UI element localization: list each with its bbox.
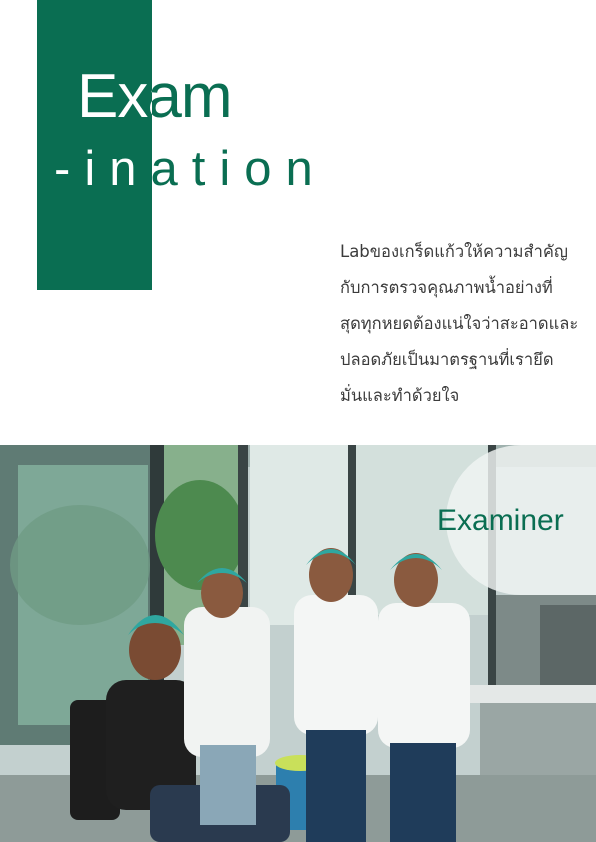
intro-line: Labของเกร็ดแก้วให้ความสำคัญ <box>340 242 568 261</box>
intro-line: ปลอดภัยเป็นมาตรฐานที่เรายึด <box>340 350 554 369</box>
intro-line: กับการตรวจคุณภาพน้ำอย่างที่ <box>340 278 553 297</box>
title-exam: Exam <box>77 62 232 131</box>
intro-line: สุดทุกหยดต้องแน่ใจว่าสะอาดและ <box>340 314 579 333</box>
title-ination: -ination <box>54 142 327 196</box>
examiner-caption: Examiner <box>437 504 564 537</box>
intro-line: มั่นและทำด้วยใจ <box>340 386 460 405</box>
intro-paragraph: Labของเกร็ดแก้วให้ความสำคัญ กับการตรวจคุ… <box>340 234 596 414</box>
